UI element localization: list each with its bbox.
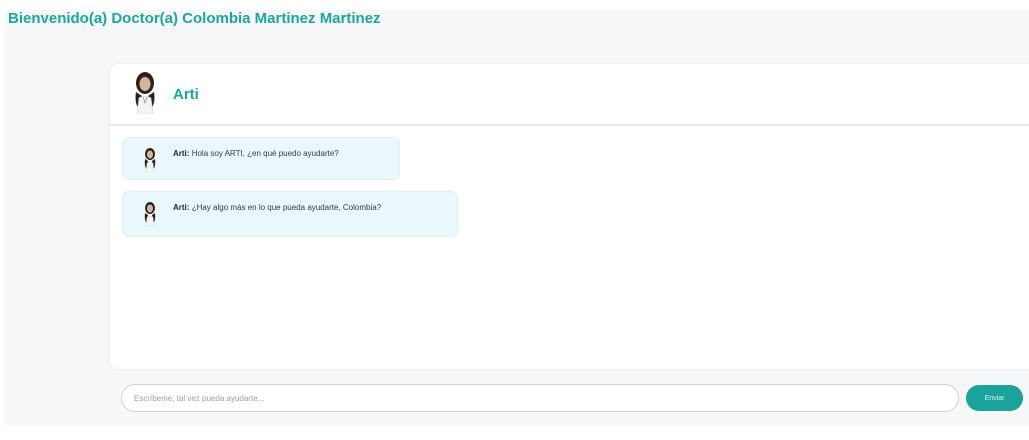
message-bubble: Arti: Hola soy ARTI, ¿en qué puedo ayuda… bbox=[122, 137, 400, 180]
message-input[interactable] bbox=[121, 384, 959, 412]
message-text: Arti: ¿Hay algo más en lo que pueda ayud… bbox=[173, 203, 381, 212]
send-button[interactable]: Enviar bbox=[966, 385, 1023, 411]
message-body: Hola soy ARTI, ¿en qué puedo ayudarte? bbox=[191, 149, 339, 158]
message-bubble: Arti: ¿Hay algo más en lo que pueda ayud… bbox=[122, 191, 458, 237]
chat-header: Arti bbox=[110, 64, 1029, 126]
page: Bienvenido(a) Doctor(a) Colombia Martine… bbox=[0, 0, 1029, 440]
message-list: Arti: Hola soy ARTI, ¿en qué puedo ayuda… bbox=[110, 126, 1029, 366]
assistant-avatar-icon bbox=[144, 148, 156, 172]
assistant-avatar-icon bbox=[144, 202, 156, 226]
welcome-title: Bienvenido(a) Doctor(a) Colombia Martine… bbox=[8, 10, 381, 27]
chat-title: Arti bbox=[173, 86, 199, 103]
assistant-avatar-icon bbox=[135, 72, 155, 114]
message-body: ¿Hay algo más en lo que pueda ayudarte, … bbox=[191, 203, 382, 212]
message-sender: Arti: bbox=[173, 149, 190, 158]
message-sender: Arti: bbox=[173, 203, 190, 212]
chat-window: Arti Arti: Hola soy ARTI, ¿en qué puedo … bbox=[110, 64, 1029, 369]
message-text: Arti: Hola soy ARTI, ¿en qué puedo ayuda… bbox=[173, 149, 339, 158]
